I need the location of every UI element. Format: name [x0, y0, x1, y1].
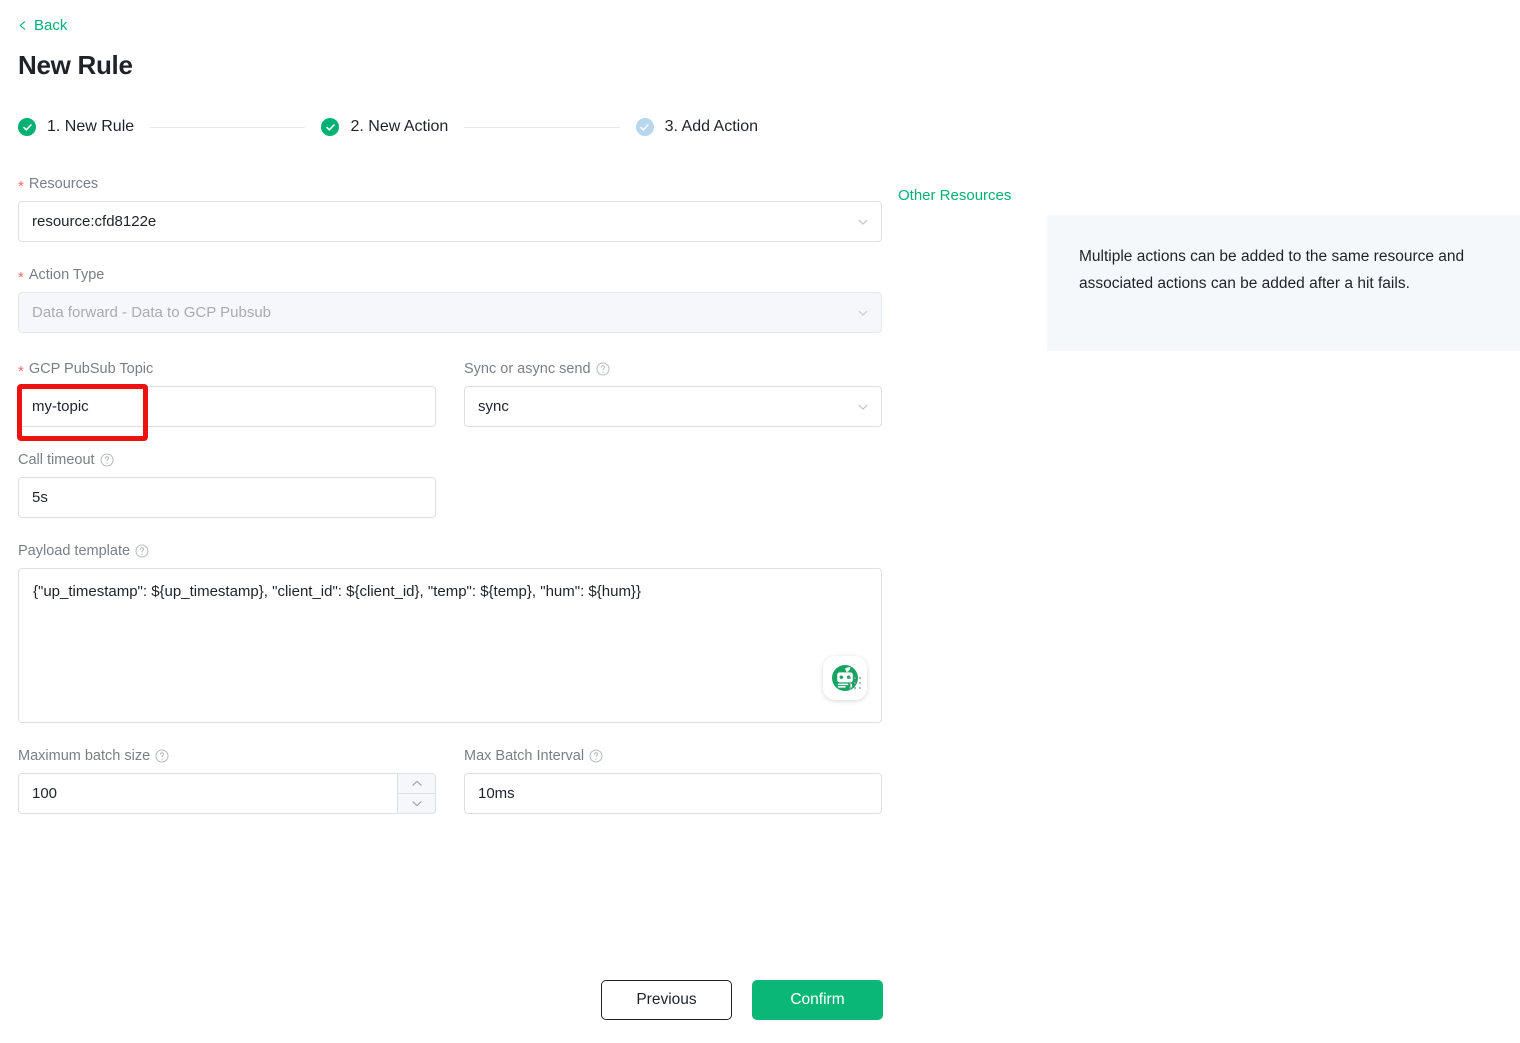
max-batch-size-field-group: Maximum batch size 100	[18, 748, 436, 814]
chevron-left-icon	[18, 21, 27, 30]
chevron-up-icon[interactable]	[398, 774, 435, 794]
topic-sync-row: * GCP PubSub Topic my-topic Sync or asyn…	[17, 361, 882, 441]
step-2-new-action[interactable]: 2. New Action	[321, 118, 448, 136]
payload-template-field-group: Payload template {"up_timestamp": ${up_t…	[18, 543, 882, 723]
action-type-select: Data forward - Data to GCP Pubsub	[18, 292, 882, 333]
question-circle-icon[interactable]	[100, 453, 114, 467]
max-batch-interval-value: 10ms	[478, 785, 515, 802]
question-circle-icon[interactable]	[596, 362, 610, 376]
chevron-down-icon	[856, 215, 870, 229]
step-1-label: 1. New Rule	[47, 118, 135, 135]
step-3-label: 3. Add Action	[664, 118, 759, 135]
max-batch-size-label: Maximum batch size	[18, 748, 436, 764]
sync-label: Sync or async send	[464, 361, 882, 377]
call-timeout-field-group: Call timeout 5s	[18, 452, 882, 518]
call-timeout-label: Call timeout	[18, 452, 882, 468]
step-connector-2	[464, 126, 620, 128]
page-title: New Rule	[18, 50, 133, 80]
check-circle-icon	[635, 118, 654, 136]
sync-select[interactable]: sync	[464, 386, 882, 427]
step-2-label: 2. New Action	[350, 118, 449, 135]
quantity-stepper[interactable]	[397, 774, 435, 813]
topic-label: * GCP PubSub Topic	[18, 361, 154, 380]
step-3-add-action[interactable]: 3. Add Action	[635, 118, 759, 136]
max-batch-interval-input[interactable]: 10ms	[464, 773, 882, 814]
payload-template-label: Payload template	[18, 543, 882, 559]
chevron-down-icon[interactable]	[398, 794, 435, 814]
resources-field-group: * Resources resource:cfd8122e Other Reso…	[18, 176, 1011, 242]
other-resources-link[interactable]: Other Resources	[898, 187, 1011, 204]
batch-row: Maximum batch size 100 Max Batch Interva…	[18, 748, 882, 814]
max-batch-interval-field-group: Max Batch Interval 10ms	[464, 748, 882, 814]
step-1-new-rule[interactable]: 1. New Rule	[18, 118, 134, 136]
previous-button[interactable]: Previous	[601, 980, 732, 1020]
max-batch-size-input[interactable]: 100	[18, 773, 436, 814]
required-marker: *	[18, 177, 24, 195]
robot-avatar-icon[interactable]	[823, 656, 867, 700]
resources-select[interactable]: resource:cfd8122e	[18, 201, 882, 242]
sync-value: sync	[478, 398, 509, 415]
topic-value: my-topic	[32, 398, 89, 415]
question-circle-icon[interactable]	[135, 544, 149, 558]
gcp-pubsub-topic-input[interactable]: my-topic	[18, 386, 436, 427]
required-marker: *	[18, 362, 24, 380]
max-batch-size-value: 100	[32, 785, 58, 802]
back-link[interactable]: Back	[18, 17, 67, 34]
topic-field-group: * GCP PubSub Topic my-topic	[17, 361, 436, 441]
chevron-down-icon	[856, 306, 870, 320]
step-indicator: 1. New Rule 2. New Action 3. Add Action	[18, 118, 758, 136]
call-timeout-value: 5s	[32, 489, 48, 506]
action-type-value: Data forward - Data to GCP Pubsub	[32, 304, 272, 321]
payload-template-value: {"up_timestamp": ${up_timestamp}, "clien…	[33, 583, 641, 600]
action-type-field-group: * Action Type Data forward - Data to GCP…	[18, 267, 882, 333]
back-label: Back	[34, 17, 68, 34]
action-form: * Resources resource:cfd8122e Other Reso…	[17, 176, 1011, 848]
action-type-label: * Action Type	[18, 267, 105, 286]
payload-template-textarea[interactable]: {"up_timestamp": ${up_timestamp}, "clien…	[18, 568, 882, 723]
check-circle-icon	[18, 118, 36, 136]
resources-value: resource:cfd8122e	[32, 213, 157, 230]
form-actions: Previous Confirm	[601, 980, 883, 1020]
check-circle-icon	[321, 118, 340, 136]
question-circle-icon[interactable]	[155, 749, 169, 763]
required-marker: *	[18, 268, 24, 286]
sync-field-group: Sync or async send sync	[464, 361, 882, 427]
confirm-button[interactable]: Confirm	[752, 980, 883, 1020]
resources-label: * Resources	[18, 176, 99, 195]
grid-dots-icon	[848, 676, 862, 690]
info-panel: Multiple actions can be added to the sam…	[1047, 215, 1520, 351]
chevron-down-icon	[856, 400, 870, 414]
step-connector-1	[150, 126, 306, 128]
call-timeout-input[interactable]: 5s	[18, 477, 436, 518]
max-batch-interval-label: Max Batch Interval	[464, 748, 882, 764]
resize-handle-icon[interactable]	[865, 706, 879, 720]
new-rule-page: Back New Rule 1. New Rule 2. New Action …	[0, 0, 1520, 1043]
question-circle-icon[interactable]	[589, 749, 603, 763]
